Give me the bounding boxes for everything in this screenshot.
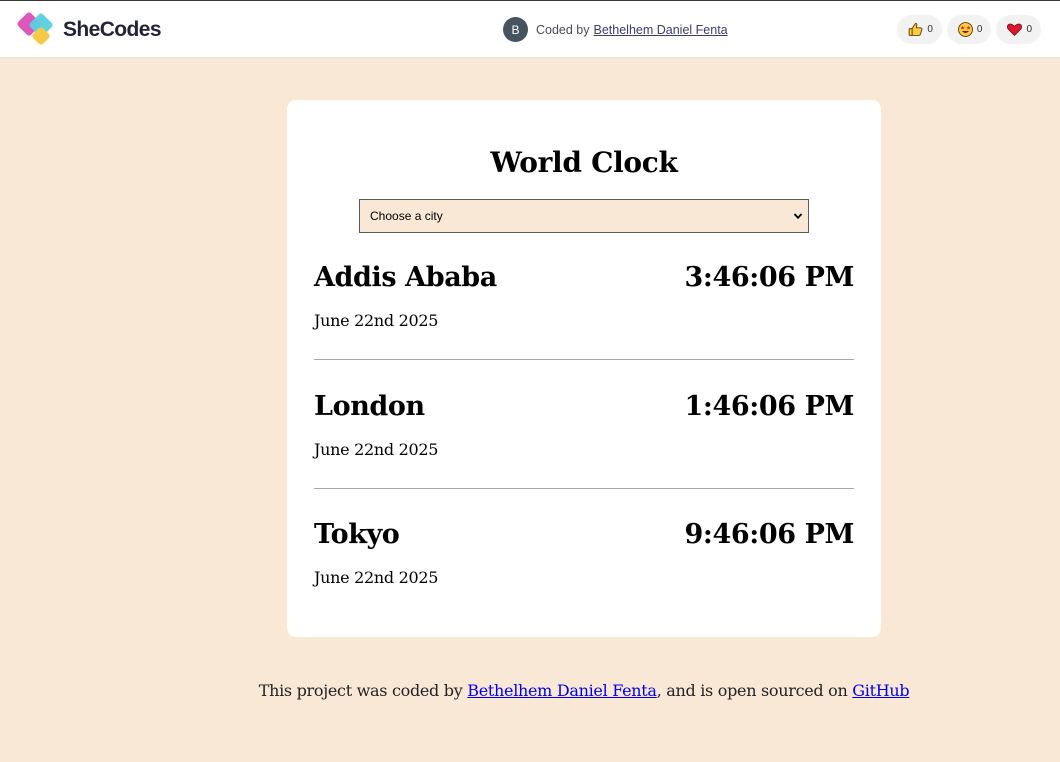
city-date: June 22nd 2025 xyxy=(314,311,439,330)
reactions: 0 0 0 xyxy=(897,15,1041,44)
divider xyxy=(314,488,854,489)
star-struck-icon xyxy=(957,22,973,37)
thumbs-up-icon xyxy=(908,23,923,36)
shecodes-logo[interactable]: SheCodes xyxy=(17,10,162,50)
thumbs-up-count: 0 xyxy=(927,24,933,35)
city-date: June 22nd 2025 xyxy=(314,440,439,459)
city-date: June 22nd 2025 xyxy=(314,568,439,587)
credit-prefix: Coded by xyxy=(536,22,590,37)
heart-count: 0 xyxy=(1026,24,1032,35)
divider xyxy=(314,359,854,360)
world-clock-card: World Clock Choose a city Addis Ababa 3:… xyxy=(287,100,881,637)
brand-name: SheCodes xyxy=(63,18,162,41)
city-time: 1:46:06 PM xyxy=(684,391,855,422)
city-name: Tokyo xyxy=(314,519,400,550)
city-name: Addis Ababa xyxy=(314,262,497,293)
credit-author-link[interactable]: Bethelhem Daniel Fenta xyxy=(594,23,728,37)
footer-author-link[interactable]: Bethelhem Daniel Fenta xyxy=(467,681,657,700)
star-struck-count: 0 xyxy=(976,24,983,35)
city-select[interactable]: Choose a city xyxy=(359,199,809,233)
page-title: World Clock xyxy=(490,146,678,179)
coded-by-credit: B Coded by Bethelhem Daniel Fenta xyxy=(503,17,728,42)
city-name: London xyxy=(314,391,425,422)
footer-text-middle: , and is open sourced on xyxy=(656,681,853,700)
thumbs-up-reaction-button[interactable]: 0 xyxy=(897,15,942,44)
heart-icon xyxy=(1007,23,1023,36)
star-struck-reaction-button[interactable]: 0 xyxy=(946,15,992,44)
footer-text-before: This project was coded by xyxy=(258,681,468,700)
shecodes-logo-icon xyxy=(17,12,53,45)
avatar[interactable]: B xyxy=(503,17,528,42)
city-time: 3:46:06 PM xyxy=(684,262,855,293)
city-time: 9:46:06 PM xyxy=(684,519,855,550)
footer: This project was coded by Bethelhem Dani… xyxy=(0,681,1060,700)
top-bar: SheCodes B Coded by Bethelhem Daniel Fen… xyxy=(0,0,1060,58)
footer-github-link[interactable]: GitHub xyxy=(852,681,909,700)
heart-reaction-button[interactable]: 0 xyxy=(996,15,1041,44)
